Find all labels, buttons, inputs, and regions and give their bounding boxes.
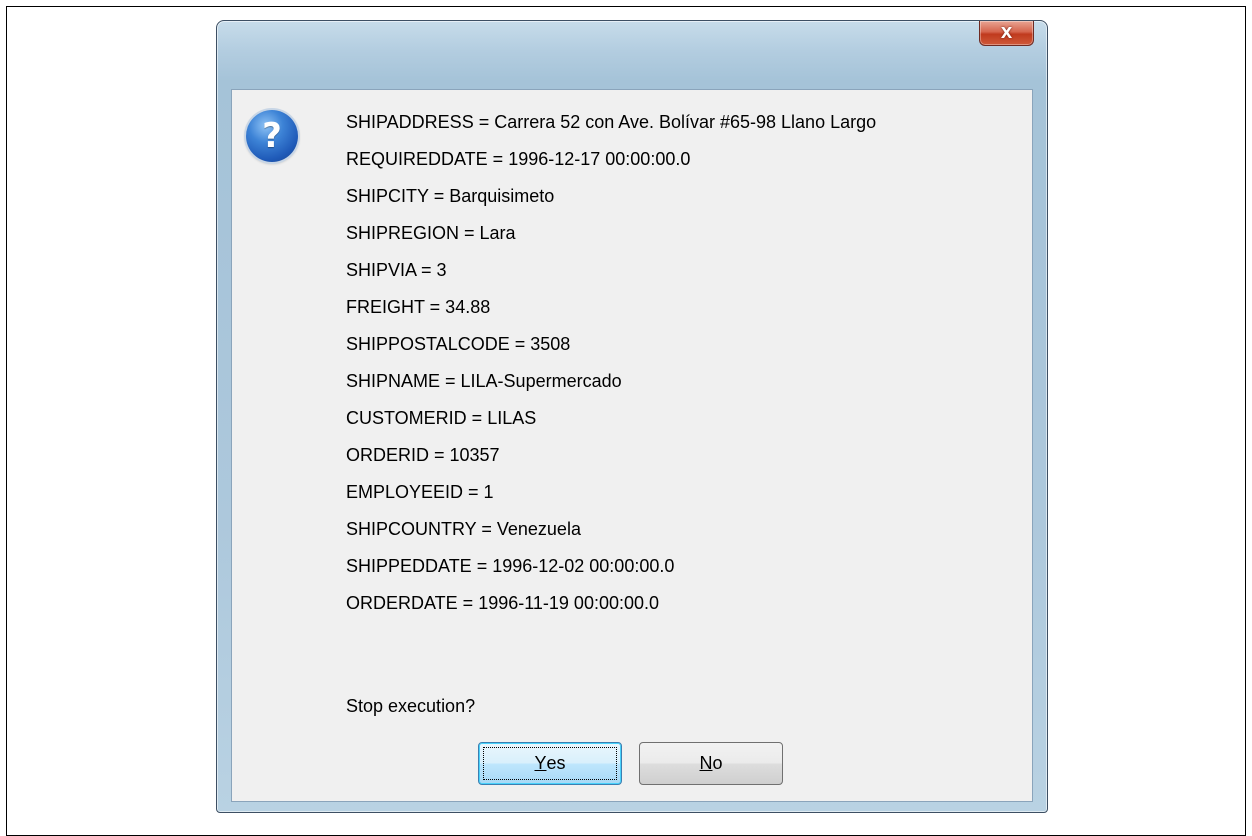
message-line-orderid: ORDERID = 10357 (346, 445, 500, 465)
yes-button[interactable]: Yes (478, 742, 622, 785)
message-line-shippostalcode: SHIPPOSTALCODE = 3508 (346, 334, 571, 354)
message-line-shipvia: SHIPVIA = 3 (346, 260, 447, 280)
message-line-freight: FREIGHT = 34.88 (346, 297, 491, 317)
question-icon: ? (246, 110, 298, 162)
no-button[interactable]: No (639, 742, 783, 785)
no-label: o (712, 753, 723, 773)
yes-mnemonic: Y (534, 753, 547, 773)
question-glyph: ? (262, 116, 282, 156)
message-line-shipaddress: SHIPADDRESS = Carrera 52 con Ave. Bolíva… (346, 112, 877, 132)
message-line-customerid: CUSTOMERID = LILAS (346, 408, 537, 428)
message-line-shipregion: SHIPREGION = Lara (346, 223, 516, 243)
close-button[interactable]: X (979, 21, 1034, 46)
yes-label: es (546, 753, 566, 773)
close-icon: X (1000, 23, 1013, 42)
message-line-shipname: SHIPNAME = LILA-Supermercado (346, 371, 622, 391)
message-line-shipcountry: SHIPCOUNTRY = Venezuela (346, 519, 581, 539)
no-mnemonic: N (699, 753, 713, 773)
message-line-shipcity: SHIPCITY = Barquisimeto (346, 186, 555, 206)
message-line-requireddate: REQUIREDDATE = 1996-12-17 00:00:00.0 (346, 149, 691, 169)
prompt-text: Stop execution? (346, 696, 476, 716)
message-line-orderdate: ORDERDATE = 1996-11-19 00:00:00.0 (346, 593, 660, 613)
message-lines: SHIPADDRESS = Carrera 52 con Ave. Bolíva… (346, 104, 876, 622)
dialog-body: ? SHIPADDRESS = Carrera 52 con Ave. Bolí… (231, 89, 1033, 802)
message-dialog: X ? SHIPADDRESS = Carrera 52 con Ave. Bo… (216, 20, 1048, 813)
message-line-employeeid: EMPLOYEEID = 1 (346, 482, 494, 502)
message-line-shippeddate: SHIPPEDDATE = 1996-12-02 00:00:00.0 (346, 556, 675, 576)
